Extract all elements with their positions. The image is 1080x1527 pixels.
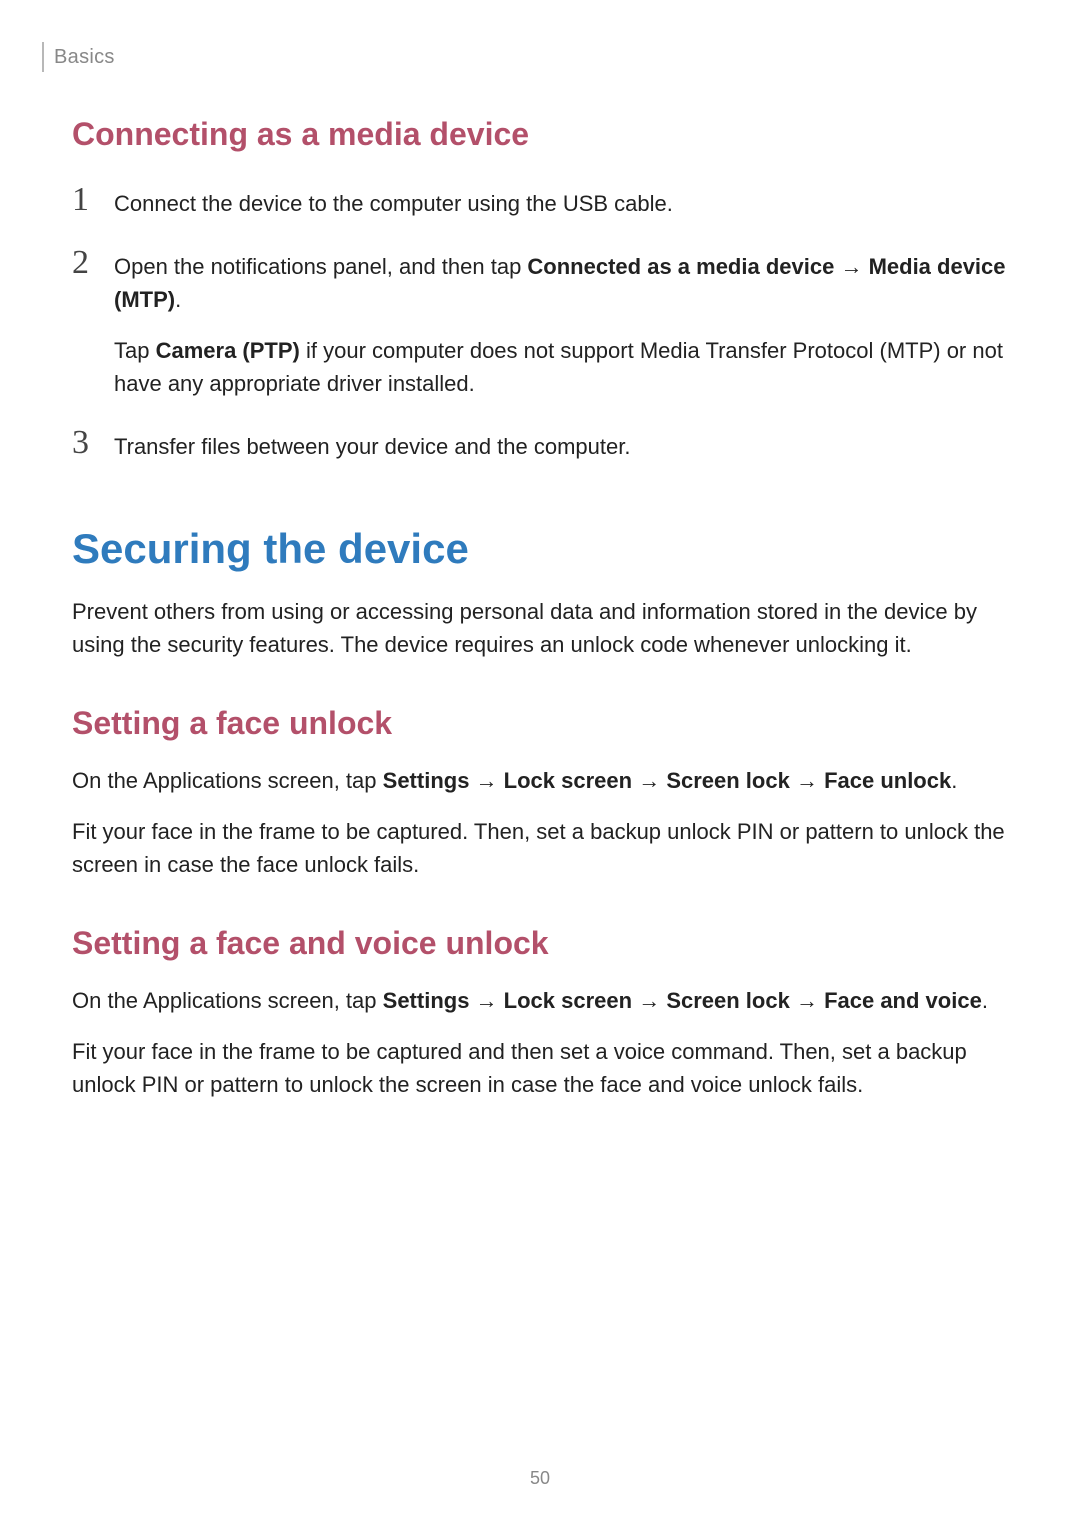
step-item: 2 Open the notifications panel, and then … [72,246,1008,400]
text-run: On the Applications screen, tap [72,768,383,793]
bold-text-run: Face unlock [824,768,951,793]
bold-text-run: Lock screen [504,768,632,793]
intro-paragraph: Prevent others from using or accessing p… [72,595,1008,661]
arrow-text-run: → [790,988,824,1013]
step-number: 1 [72,183,94,217]
step-item: 3 Transfer files between your device and … [72,426,1008,463]
section-heading-connecting: Connecting as a media device [72,116,1008,153]
step-item: 1 Connect the device to the computer usin… [72,183,1008,220]
arrow-text-run: → [790,768,824,793]
page-content: Basics Connecting as a media device 1 Con… [0,0,1080,1101]
arrow-text-run: → [632,768,666,793]
text-run: Tap [114,338,156,363]
text-run: Transfer files between your device and t… [114,434,630,459]
bold-text-run: Screen lock [666,768,790,793]
text-run: . [175,287,181,312]
section-face-unlock-body: On the Applications screen, tap Settings… [72,764,1008,881]
text-run: Open the notifications panel, and then t… [114,254,527,279]
bold-text-run: Lock screen [504,988,632,1013]
text-run: . [951,768,957,793]
text-run: Fit your face in the frame to be capture… [72,1039,967,1097]
breadcrumb-text: Basics [54,46,115,69]
breadcrumb: Basics [42,42,1008,72]
step-body: Transfer files between your device and t… [114,426,630,463]
body-paragraph: On the Applications screen, tap Settings… [72,764,1008,797]
arrow-text-run: → [469,768,503,793]
body-paragraph: Fit your face in the frame to be capture… [72,1035,1008,1101]
text-run: . [982,988,988,1013]
step-number: 3 [72,426,94,460]
step-list-connecting: 1 Connect the device to the computer usin… [72,183,1008,463]
text-run: Connect the device to the computer using… [114,191,673,216]
section-heading-face-unlock: Setting a face unlock [72,705,1008,742]
step-paragraph: Tap Camera (PTP) if your computer does n… [114,334,1008,400]
step-body: Open the notifications panel, and then t… [114,246,1008,400]
bold-text-run: Settings [383,768,470,793]
body-paragraph: Fit your face in the frame to be capture… [72,815,1008,881]
step-number: 2 [72,246,94,280]
section-face-voice-unlock-body: On the Applications screen, tap Settings… [72,984,1008,1101]
page-number: 50 [0,1468,1080,1489]
page-title-securing: Securing the device [72,525,1008,573]
step-paragraph: Connect the device to the computer using… [114,187,673,220]
step-paragraph: Transfer files between your device and t… [114,430,630,463]
bold-text-run: Camera (PTP) [156,338,300,363]
bold-text-run: Face and voice [824,988,982,1013]
bold-text-run: Screen lock [666,988,790,1013]
step-body: Connect the device to the computer using… [114,183,673,220]
text-run: On the Applications screen, tap [72,988,383,1013]
arrow-text-run: → [834,254,868,279]
step-paragraph: Open the notifications panel, and then t… [114,250,1008,316]
arrow-text-run: → [632,988,666,1013]
arrow-text-run: → [469,988,503,1013]
bold-text-run: Connected as a media device [527,254,834,279]
breadcrumb-divider [42,42,44,72]
text-run: Fit your face in the frame to be capture… [72,819,1005,877]
body-paragraph: On the Applications screen, tap Settings… [72,984,1008,1017]
bold-text-run: Settings [383,988,470,1013]
section-heading-face-voice-unlock: Setting a face and voice unlock [72,925,1008,962]
